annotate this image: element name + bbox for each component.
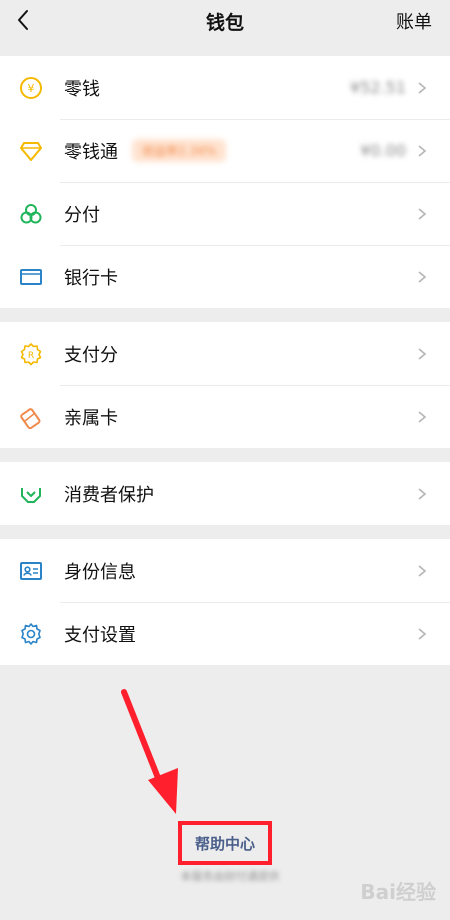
chevron-right-icon (418, 627, 427, 640)
list-item-pay-settings[interactable]: 支付设置 (0, 602, 450, 665)
list-item-value: ¥52.51 (350, 78, 406, 97)
consumer-protection-icon (18, 481, 44, 507)
list-item-id-info[interactable]: 身份信息 (0, 539, 450, 602)
yield-tag: 收益率2.34% (132, 139, 227, 162)
svg-text:¥: ¥ (28, 82, 35, 95)
wallet-group-4: 身份信息 支付设置 (0, 539, 450, 665)
chevron-right-icon (418, 270, 427, 283)
list-item-label: 支付分 (64, 344, 118, 366)
chevron-right-icon (418, 410, 427, 423)
list-item-value: ¥0.00 (360, 141, 406, 160)
chevron-right-icon (418, 487, 427, 500)
chevron-right-icon (418, 81, 427, 94)
list-item-label: 消费者保护 (64, 484, 154, 506)
list-item-family-card[interactable]: 亲属卡 (0, 385, 450, 448)
help-subtitle: 本服务由财付通提供 (180, 870, 280, 883)
annotation-arrow-icon (121, 689, 178, 814)
list-item-change[interactable]: ¥ 零钱 ¥52.51 (0, 56, 450, 119)
help-center-link[interactable]: 帮助中心 (178, 821, 272, 865)
list-item-lingqiantong[interactable]: 零钱通 收益率2.34% ¥0.00 (0, 119, 450, 182)
list-item-label: 分付 (64, 204, 100, 226)
list-item-label: 支付设置 (64, 624, 136, 646)
pay-score-icon: R (18, 341, 44, 367)
top-nav: 钱包 账单 (0, 0, 450, 42)
svg-text:R: R (28, 351, 34, 361)
list-item-consumer-protection[interactable]: 消费者保护 (0, 462, 450, 525)
bank-card-icon (18, 264, 44, 290)
fenfu-icon (18, 201, 44, 227)
bill-button[interactable]: 账单 (396, 8, 432, 34)
family-card-icon (18, 404, 44, 430)
chevron-right-icon (418, 564, 427, 577)
list-item-label: 零钱 (64, 78, 100, 100)
list-item-label: 银行卡 (64, 267, 118, 289)
chevron-right-icon (418, 207, 427, 220)
list-item-fenfu[interactable]: 分付 (0, 182, 450, 245)
list-item-label: 亲属卡 (64, 407, 118, 429)
list-item-label: 零钱通 (64, 141, 118, 163)
diamond-icon (18, 138, 44, 164)
chevron-right-icon (418, 347, 427, 360)
list-item-label: 身份信息 (64, 561, 136, 583)
yuan-coin-icon: ¥ (18, 75, 44, 101)
watermark: Bai经验 (360, 880, 436, 904)
list-item-bank-card[interactable]: 银行卡 (0, 245, 450, 308)
wallet-group-1: ¥ 零钱 ¥52.51 零钱通 收益率2.34% ¥0.00 分付 银行卡 (0, 56, 450, 308)
list-item-pay-score[interactable]: R 支付分 (0, 322, 450, 385)
wallet-group-2: R 支付分 亲属卡 (0, 322, 450, 448)
wallet-group-3: 消费者保护 (0, 462, 450, 525)
chevron-right-icon (418, 144, 427, 157)
id-info-icon (18, 558, 44, 584)
page-title: 钱包 (205, 12, 244, 34)
gear-icon (18, 621, 44, 647)
